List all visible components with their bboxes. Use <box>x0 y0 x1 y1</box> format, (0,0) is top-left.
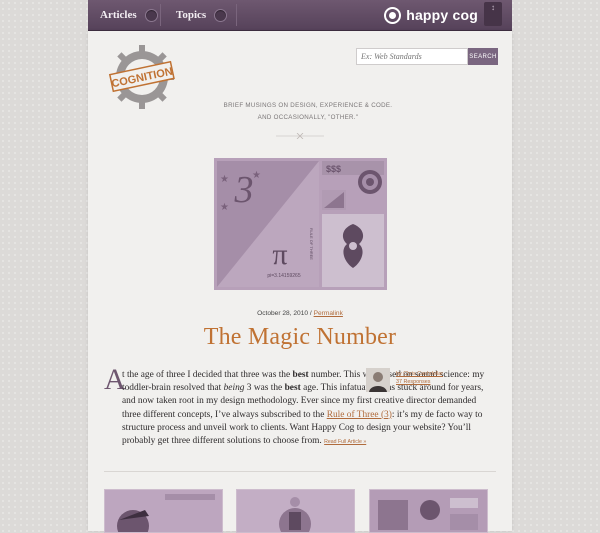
nav-articles-label: Articles <box>100 9 137 21</box>
chevron-down-icon <box>214 8 228 22</box>
section-divider <box>104 471 496 472</box>
article-thumbnail[interactable] <box>104 489 223 533</box>
tagline-line-1: BRIEF MUSINGS ON DESIGN, EXPERIENCE & CO… <box>223 102 393 109</box>
main-content: COGNITION SEARCH BRIEF MUSINGS ON DESIGN… <box>88 31 512 533</box>
excerpt-bold: best <box>284 383 301 394</box>
star-icon: ★ <box>220 174 229 185</box>
article-thumbnail[interactable] <box>236 489 355 533</box>
brand-name: happy cog <box>406 7 478 23</box>
nav-topics-label: Topics <box>176 9 207 21</box>
search-button[interactable]: SEARCH <box>468 48 498 65</box>
hero-numeral: 3 <box>234 169 254 211</box>
responses-link[interactable]: 37 Responses <box>396 379 430 385</box>
tagline-line-2: AND OCCASIONALLY, "OTHER." <box>257 114 359 121</box>
permalink-link[interactable]: Permalink <box>314 310 343 317</box>
read-full-article-link[interactable]: Read Full Article » <box>324 439 366 445</box>
author-link[interactable]: by Chris Cashdollar <box>396 371 443 377</box>
excerpt-italic: being <box>223 383 245 394</box>
author-box: by Chris Cashdollar 37 Responses <box>366 368 476 396</box>
author-avatar[interactable] <box>366 368 390 392</box>
article-thumbnail[interactable] <box>369 489 488 533</box>
post-title[interactable]: The Magic Number <box>88 324 512 351</box>
post-date: October 28, 2010 <box>257 310 309 317</box>
top-nav-bar: Articles Topics happy cog ↕ <box>88 0 512 31</box>
hero-dollars: $$$ <box>326 164 341 174</box>
nav-divider <box>236 4 237 26</box>
excerpt-bold: best <box>292 370 309 380</box>
author-info: by Chris Cashdollar 37 Responses <box>396 370 443 386</box>
post-dateline: October 28, 2010 / Permalink <box>88 310 512 317</box>
excerpt-text: t the age of three I decided that three … <box>122 370 293 380</box>
hero-vertical-label: RULE OF THREE <box>309 228 314 260</box>
happy-cog-brand[interactable]: happy cog <box>384 0 478 30</box>
search-form: SEARCH <box>356 48 498 65</box>
cognition-logo[interactable]: COGNITION <box>108 43 176 111</box>
hero-illustration[interactable]: ★ ★ ★ 3 π pi=3.14159265 RULE OF THREE $$… <box>214 158 387 290</box>
nav-divider <box>160 4 161 26</box>
nav-topics[interactable]: Topics <box>176 0 228 30</box>
rule-of-three-link[interactable]: Rule of Three (3) <box>327 410 392 420</box>
hero-pi: π <box>272 238 287 271</box>
hero-pi-value: pi=3.14159265 <box>267 273 300 279</box>
tagline: BRIEF MUSINGS ON DESIGN, EXPERIENCE & CO… <box>188 100 428 124</box>
star-icon: ★ <box>220 202 229 213</box>
ornament-divider <box>276 133 324 139</box>
excerpt-text: 3 was the <box>244 383 285 394</box>
chevron-down-icon <box>144 8 158 22</box>
happy-cog-logo-icon <box>384 6 402 24</box>
expand-tab-button[interactable]: ↕ <box>484 2 502 26</box>
nav-articles[interactable]: Articles <box>100 0 158 30</box>
search-input[interactable] <box>356 48 468 65</box>
expand-icon: ↕ <box>491 3 495 12</box>
